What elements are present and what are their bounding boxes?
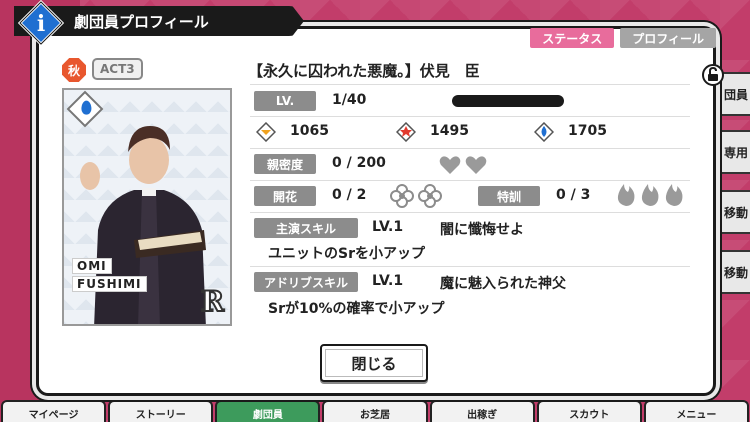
character-title: 【永久に囚われた悪魔。】伏見 臣: [248, 62, 480, 80]
divider: [250, 266, 690, 267]
flower-icons: [390, 184, 442, 208]
nav-tab-menu[interactable]: メニュー: [643, 400, 749, 422]
lock-icon[interactable]: [702, 64, 724, 86]
level-progress-bar: [452, 95, 564, 107]
side-button-label: 移動: [723, 205, 748, 220]
card-name-line1: OMI: [72, 258, 112, 274]
rarity-badge: R: [200, 284, 225, 319]
divider: [250, 212, 690, 213]
character-card[interactable]: OMI FUSHIMI R: [62, 88, 232, 326]
training-label: 特訓: [478, 186, 540, 206]
adlib-skill-description: Srが10%の確率で小アップ: [268, 301, 445, 317]
info-icon: i: [18, 0, 64, 46]
close-button[interactable]: 閉じる: [320, 344, 428, 382]
divider: [250, 84, 690, 85]
side-button-label: 団員: [723, 87, 748, 102]
dialog-tabs: ステータス プロフィール: [530, 28, 716, 48]
lead-skill-level: LV.1: [372, 219, 404, 235]
lead-skill-label: 主演スキル: [254, 218, 358, 238]
red-stat-icon: [396, 122, 416, 142]
adlib-skill-name: 魔に魅入られた神父: [440, 276, 566, 292]
blue-stat-icon: [534, 122, 554, 142]
divider: [250, 148, 690, 149]
tab-status[interactable]: ステータス: [530, 28, 615, 48]
stat-value-2: 1495: [430, 123, 469, 139]
nav-tab-work[interactable]: 出稼ぎ: [429, 400, 535, 422]
side-button-label: 専用: [723, 145, 748, 160]
nav-tab-scout[interactable]: スカウト: [536, 400, 642, 422]
divider: [250, 116, 690, 117]
nav-tab-story[interactable]: ストーリー: [108, 400, 214, 422]
svg-text:i: i: [37, 11, 45, 37]
act-badge: ACT3: [92, 58, 143, 80]
stat-value-3: 1705: [568, 123, 607, 139]
lead-skill-name: 闇に懺悔せよ: [440, 222, 524, 238]
stat-value-1: 1065: [290, 123, 329, 139]
nav-tab-members[interactable]: 劇団員: [215, 400, 321, 422]
nav-tab-play[interactable]: お芝居: [322, 400, 428, 422]
side-button-label: 移動: [723, 265, 748, 280]
nav-tab-mypage[interactable]: マイページ: [1, 400, 107, 422]
gold-stat-icon: [256, 122, 276, 142]
tab-profile[interactable]: プロフィール: [620, 28, 716, 48]
lead-skill-description: ユニットのSrを小アップ: [268, 246, 425, 262]
bloom-label: 開花: [254, 186, 316, 206]
training-value: 0 / 3: [556, 187, 591, 203]
flame-icons: [617, 184, 683, 206]
card-name-line2: FUSHIMI: [72, 276, 147, 292]
level-value: 1/40: [332, 92, 367, 108]
affection-value: 0 / 200: [332, 155, 386, 171]
adlib-skill-level: LV.1: [372, 273, 404, 289]
card-name-plate: OMI FUSHIMI: [72, 258, 182, 294]
affection-label: 親密度: [254, 154, 316, 174]
heart-icons: [439, 156, 487, 174]
divider: [250, 180, 690, 181]
bloom-value: 0 / 2: [332, 187, 367, 203]
bottom-nav: マイページ ストーリー 劇団員 お芝居 出稼ぎ スカウト メニュー: [0, 400, 750, 422]
adlib-skill-label: アドリブスキル: [254, 272, 358, 292]
level-label: LV.: [254, 91, 316, 111]
